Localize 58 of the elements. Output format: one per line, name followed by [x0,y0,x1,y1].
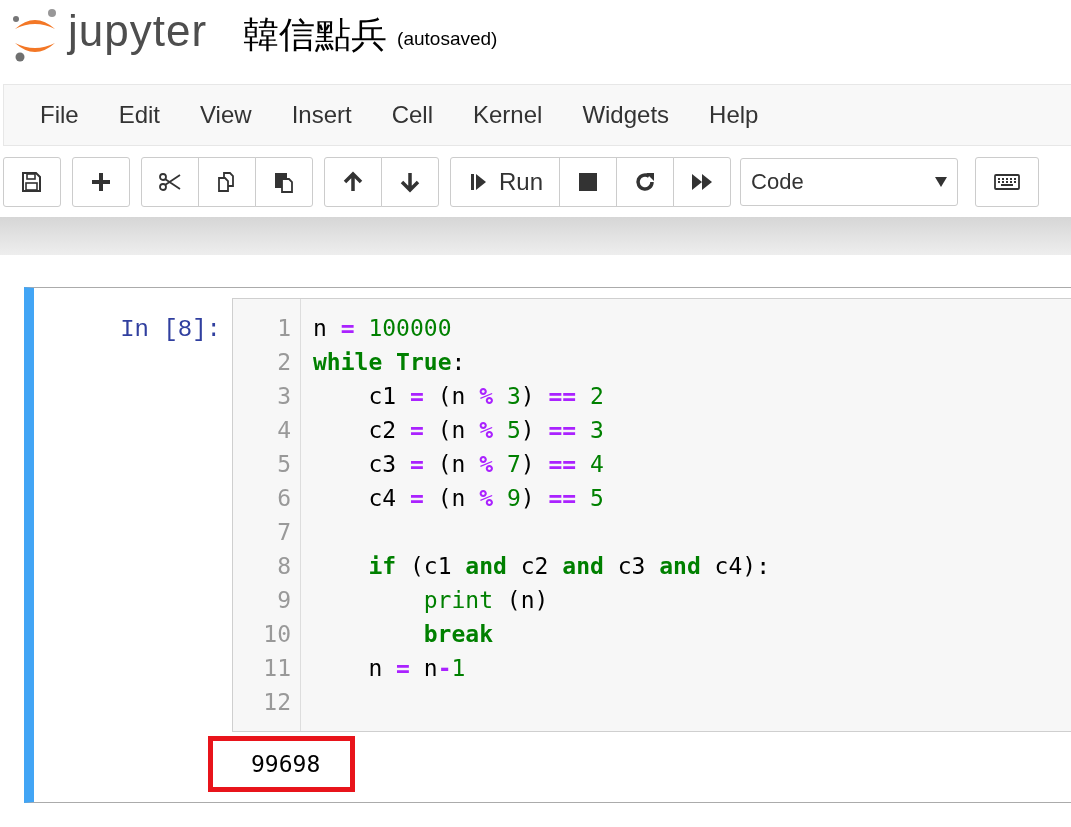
line-number: 11 [262,654,292,683]
line-number: 8 [276,552,292,581]
interrupt-button[interactable] [559,157,618,207]
line-number: 9 [276,586,292,615]
restart-button[interactable] [616,157,675,207]
input-prompt: In [8]: [119,315,222,345]
menu-item[interactable]: Cell [371,101,453,129]
output-text: 99698 [208,736,356,792]
run-button[interactable]: Run [450,157,561,207]
caret-icon [935,176,948,188]
menu-item[interactable]: Insert [271,101,372,129]
line-number: 7 [276,518,292,547]
line-number: 1 [276,314,292,343]
code-line: break [422,620,493,649]
copy-button[interactable] [198,157,256,207]
move-up-button[interactable] [324,157,382,207]
menu-item[interactable]: Help [689,101,779,129]
paste-button[interactable] [255,157,313,207]
menu-item[interactable]: File [20,101,99,129]
notebook-title[interactable]: 韓信點兵 [243,10,388,60]
code-line: c1 = (n % 3) == 2 [367,382,604,411]
move-down-button[interactable] [381,157,439,207]
code-editor[interactable]: 1 n = 100000 2 while True: 3 c1 = (n % 3) == 2 4 c2 = (n % 5) == 3 5 c3 = (n % 7) == 4 6 c4 = (n % 9) == 5 7 8 if (c1 and c2 and c3 and c4): 9 print (n) 10 break 11 n = n-1 12 [232,298,1071,732]
line-number: 5 [276,450,292,479]
code-line: print (n) [422,586,549,615]
menu-item[interactable]: Edit [98,101,181,129]
menu-item[interactable]: View [180,101,272,129]
code-line: c3 = (n % 7) == 4 [367,450,604,479]
code-line: n = n-1 [367,654,466,683]
menu-item[interactable]: Widgets [562,101,690,129]
code-line: if (c1 and c2 and c3 and c4): [367,552,770,581]
jupyter-logo-text[interactable]: jupyter [68,6,208,64]
code-line: c4 = (n % 9) == 5 [367,484,604,513]
menu-item[interactable]: Kernel [453,101,563,129]
save-button[interactable] [3,157,61,207]
plus-icon [89,170,113,194]
run-all-button[interactable] [673,157,732,207]
jupyter-logo-icon [12,7,58,63]
save-icon [20,170,44,194]
cell-type-dropdown[interactable]: Code [740,158,959,206]
line-number: 10 [262,620,292,649]
code-line: c2 = (n % 5) == 3 [367,416,604,445]
arrow-down-icon [398,170,422,194]
paste-icon [272,170,296,194]
autosave-status: (autosaved) [397,28,498,50]
cut-button[interactable] [141,157,199,207]
line-number: 6 [276,484,292,513]
line-number: 3 [276,382,292,411]
line-number: 2 [276,348,292,377]
line-number: 12 [262,688,292,717]
code-line: n = 100000 [313,314,452,343]
insert-cell-button[interactable] [72,157,130,207]
code-line: while True: [313,348,466,377]
arrow-up-icon [341,170,365,194]
code-cell[interactable]: In [8]: 1 n = 100000 2 while True: 3 c1 = (n % 3) == 2 4 c2 = (n % 5) == 3 5 c3 = (n % 7) == 4 6 c4 = (n % 9) == 5 7 8 if (c1 and c2 and c3 and c4): 9 print (n) 10 break 11 n = n-1 12 99698 [24,287,1071,803]
line-number: 4 [276,416,292,445]
keyboard-shortcuts-button[interactable] [975,157,1040,207]
scissors-icon [158,170,182,194]
